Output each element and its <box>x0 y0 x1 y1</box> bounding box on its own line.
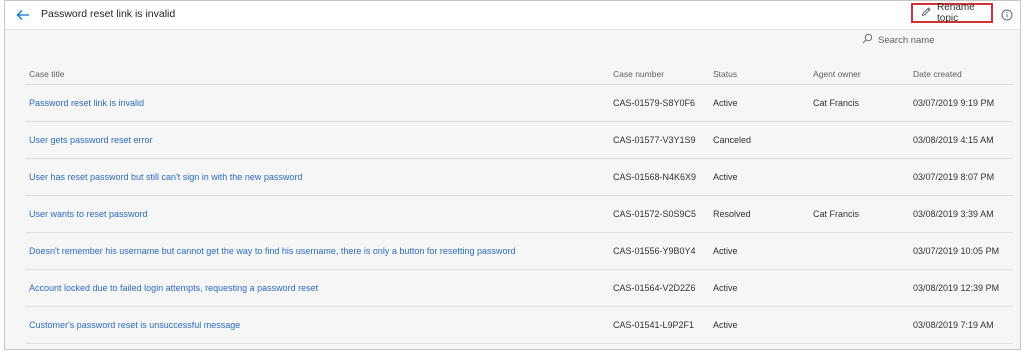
case-number: CAS-01556-Y9B0Y4 <box>613 246 696 256</box>
case-number: CAS-01564-V2D2Z6 <box>613 283 696 293</box>
case-number: CAS-01579-S8Y0F6 <box>613 98 696 108</box>
date-created: 03/08/2019 3:39 AM <box>913 209 994 219</box>
case-status: Active <box>713 172 738 182</box>
panel-header: Password reset link is invalid Rename to… <box>5 1 1020 30</box>
topic-details-panel: Password reset link is invalid Rename to… <box>4 0 1021 350</box>
table-row[interactable]: User has reset password but still can't … <box>25 159 1013 196</box>
case-status: Resolved <box>713 209 751 219</box>
table-row[interactable]: Customer's password reset is unsuccessfu… <box>25 307 1013 344</box>
column-header-date-created[interactable]: Date created <box>913 69 962 79</box>
pencil-icon <box>921 4 932 22</box>
table-row[interactable]: Password reset link is invalid CAS-01579… <box>25 85 1013 122</box>
case-status: Active <box>713 98 738 108</box>
agent-owner: Cat Francis <box>813 209 860 219</box>
rename-topic-label: Rename topic <box>937 2 975 24</box>
table-row[interactable]: Doesn't remember his username but cannot… <box>25 233 1013 270</box>
agent-owner: Cat Francis <box>813 98 860 108</box>
case-status: Active <box>713 320 738 330</box>
case-number: CAS-01572-S0S9C5 <box>613 209 697 219</box>
date-created: 03/07/2019 8:07 PM <box>913 172 995 182</box>
rename-topic-button[interactable]: Rename topic <box>911 2 993 24</box>
case-number: CAS-01577-V3Y1S9 <box>613 135 696 145</box>
case-title-link[interactable]: Account locked due to failed login attem… <box>29 283 318 293</box>
case-title-link[interactable]: User has reset password but still can't … <box>29 172 302 182</box>
table-row[interactable]: Account locked due to failed login attem… <box>25 270 1013 307</box>
info-icon[interactable] <box>1001 8 1013 21</box>
case-title-link[interactable]: Customer's password reset is unsuccessfu… <box>29 320 240 330</box>
case-number: CAS-01568-N4K6X9 <box>613 172 697 182</box>
case-status: Active <box>713 283 738 293</box>
date-created: 03/07/2019 9:19 PM <box>913 98 995 108</box>
case-title-link[interactable]: Doesn't remember his username but cannot… <box>29 246 515 256</box>
case-title-link[interactable]: Password reset link is invalid <box>29 98 144 108</box>
case-status: Canceled <box>713 135 752 145</box>
column-header-case-number[interactable]: Case number <box>613 69 664 79</box>
search-icon <box>862 31 873 49</box>
case-title-link[interactable]: User gets password reset error <box>29 135 153 145</box>
case-title-link[interactable]: User wants to reset password <box>29 209 148 219</box>
date-created: 03/08/2019 12:39 PM <box>913 283 1000 293</box>
table-row[interactable]: User wants to reset password CAS-01572-S… <box>25 196 1013 233</box>
column-header-case-title[interactable]: Case title <box>29 69 64 79</box>
column-header-agent-owner[interactable]: Agent owner <box>813 69 861 79</box>
case-number: CAS-01541-L9P2F1 <box>613 320 695 330</box>
search-box[interactable] <box>862 32 1012 48</box>
search-input[interactable] <box>873 34 998 46</box>
column-header-status[interactable]: Status <box>713 69 737 79</box>
table-row[interactable]: User gets password reset error CAS-01577… <box>25 122 1013 159</box>
case-status: Active <box>713 246 738 256</box>
page-title: Password reset link is invalid <box>41 8 176 20</box>
back-arrow-icon[interactable] <box>15 7 31 23</box>
date-created: 03/08/2019 4:15 AM <box>913 135 994 145</box>
date-created: 03/07/2019 10:05 PM <box>913 246 1000 256</box>
date-created: 03/08/2019 7:19 AM <box>913 320 994 330</box>
